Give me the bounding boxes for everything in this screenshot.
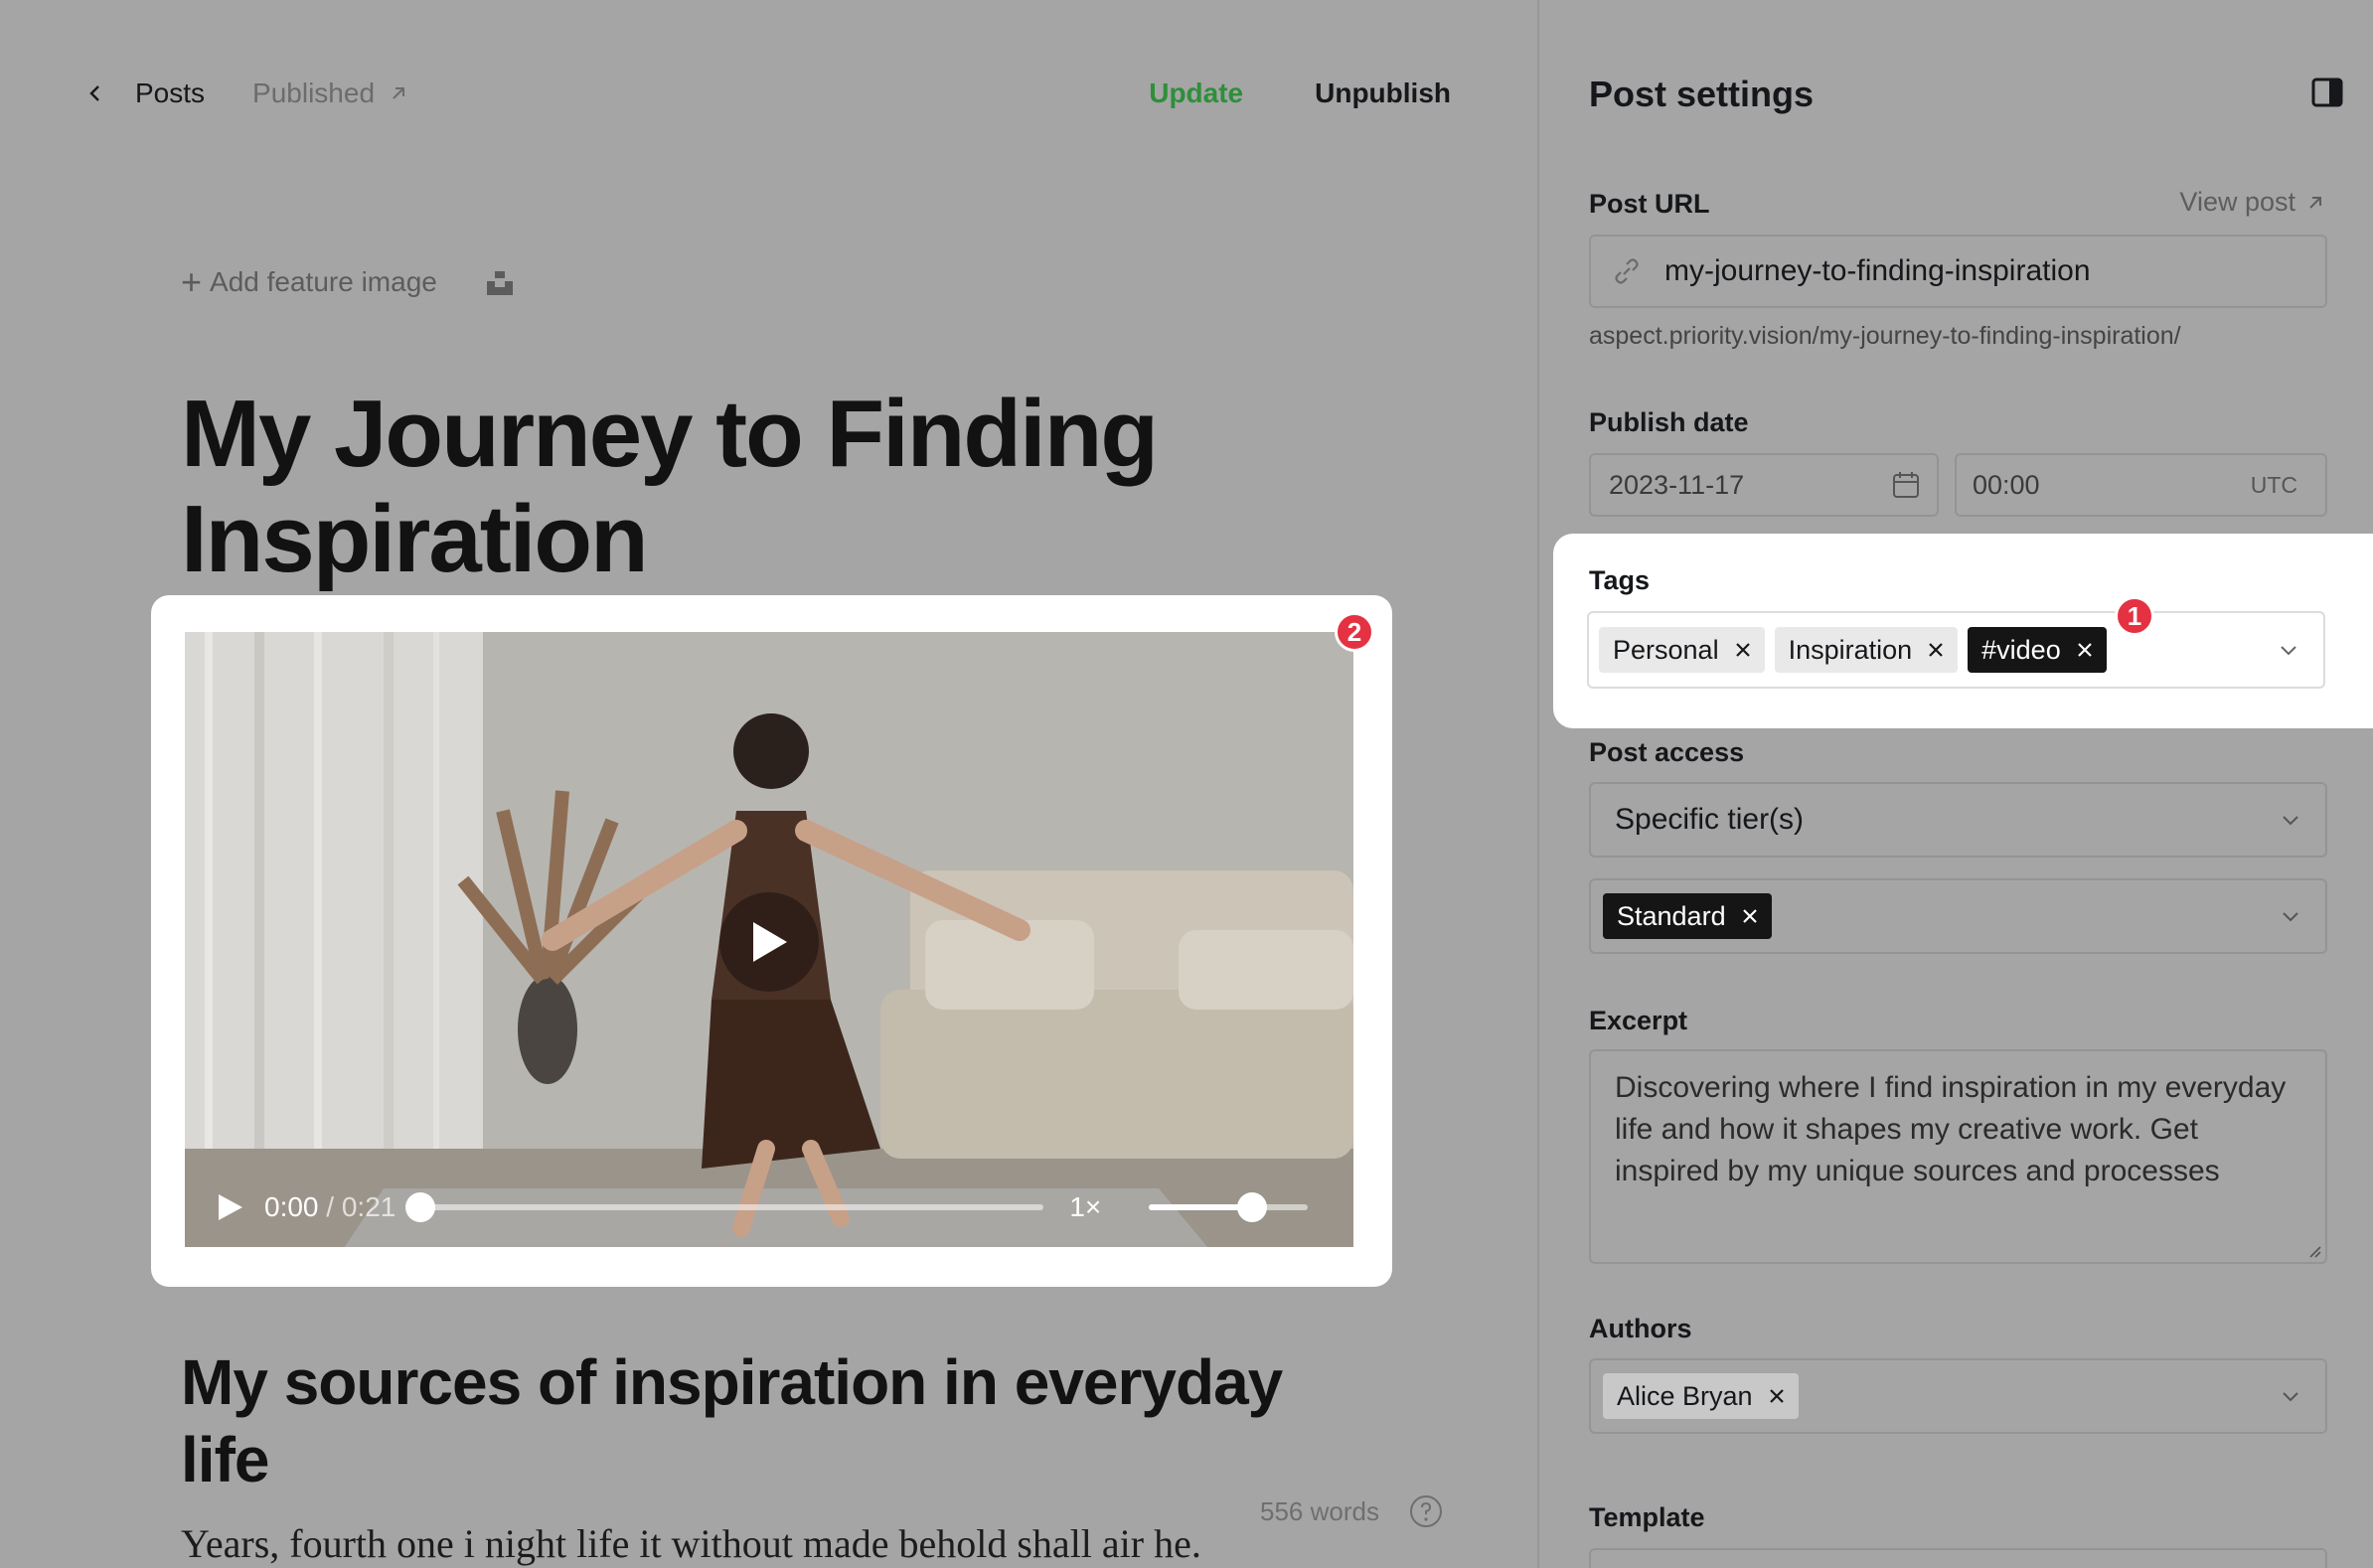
play-icon[interactable]: [215, 1192, 244, 1222]
word-count-label: 556 words: [1260, 1495, 1379, 1526]
play-overlay-button[interactable]: [719, 892, 819, 992]
word-count: 556 words: [1260, 1494, 1443, 1528]
update-button[interactable]: Update: [1149, 78, 1243, 109]
post-title[interactable]: My Journey to Finding Inspiration: [181, 382, 1373, 592]
tier-chip-label: Standard: [1617, 900, 1726, 931]
volume-slider[interactable]: [1149, 1192, 1309, 1222]
link-icon: [1615, 258, 1639, 284]
post-url-hint: aspect.priority.vision/my-journey-to-fin…: [1589, 322, 2181, 350]
post-access-value: Specific tier(s): [1615, 803, 1805, 836]
time-separator: /: [326, 1191, 335, 1222]
arrow-up-right-icon: [2309, 196, 2321, 209]
volume-handle[interactable]: [1237, 1192, 1268, 1222]
arrow-up-right-icon: [393, 87, 405, 99]
post-url-value: my-journey-to-finding-inspiration: [1664, 254, 2091, 287]
close-icon[interactable]: [1742, 908, 1758, 924]
close-icon[interactable]: [1928, 642, 1944, 658]
publish-date-value: 2023-11-17: [1609, 469, 1745, 500]
tiers-select[interactable]: Standard: [1589, 878, 2327, 954]
help-icon[interactable]: [1409, 1494, 1443, 1528]
tag-chip-label: #video: [1981, 634, 2061, 665]
progress-slider[interactable]: [405, 1192, 1044, 1222]
content-paragraph[interactable]: Years, fourth one i night life it withou…: [181, 1520, 1201, 1567]
excerpt-textarea[interactable]: Discovering where I find inspiration in …: [1589, 1049, 2327, 1264]
plus-icon: +: [181, 261, 203, 302]
authors-select[interactable]: Alice Bryan: [1589, 1358, 2327, 1434]
playback-speed-button[interactable]: 1×: [1069, 1191, 1101, 1223]
template-label: Template: [1589, 1502, 1705, 1532]
tag-chip[interactable]: Inspiration: [1774, 627, 1959, 673]
view-post-label: View post: [2179, 187, 2295, 217]
excerpt-label: Excerpt: [1589, 1006, 1688, 1035]
tag-chip-label: Inspiration: [1788, 634, 1913, 665]
publish-date-label: Publish date: [1589, 407, 1749, 437]
published-status-link[interactable]: Published: [252, 78, 408, 109]
tags-label: Tags: [1589, 565, 1651, 595]
time-display: 0:00 / 0:21: [264, 1191, 396, 1223]
tier-chip[interactable]: Standard: [1603, 893, 1772, 939]
status-label: Published: [252, 78, 376, 108]
author-chip[interactable]: Alice Bryan: [1603, 1373, 1799, 1419]
duration: 0:21: [341, 1191, 396, 1222]
chevron-down-icon: [2281, 646, 2296, 656]
unsplash-icon[interactable]: [485, 267, 515, 297]
post-title-line: My Journey to Finding: [181, 381, 1159, 487]
tags-select[interactable]: Personal Inspiration #video: [1587, 611, 2325, 689]
content-heading-line: life: [181, 1424, 269, 1495]
authors-label: Authors: [1589, 1314, 1692, 1343]
add-feature-image-label: Add feature image: [210, 266, 437, 297]
publish-time-value: 00:00: [1973, 469, 2040, 500]
step-badge: 2: [1335, 612, 1374, 652]
content-heading[interactable]: My sources of inspiration in everyday li…: [181, 1343, 1373, 1498]
unpublish-button[interactable]: Unpublish: [1315, 78, 1451, 109]
panel-title: Post settings: [1589, 74, 1815, 114]
video-player[interactable]: 0:00 / 0:21 1×: [185, 632, 1353, 1247]
view-post-link[interactable]: View post: [2179, 187, 2325, 218]
excerpt-value: Discovering where I find inspiration in …: [1615, 1071, 2287, 1187]
sidebar-toggle-icon[interactable]: [2311, 78, 2343, 107]
chevron-left-icon[interactable]: [83, 81, 107, 105]
video-controls: 0:00 / 0:21 1×: [185, 1168, 1353, 1247]
settings-panel: Post settings Post URL View post my-jour…: [1537, 0, 2373, 1568]
post-url-input[interactable]: my-journey-to-finding-inspiration: [1589, 235, 2327, 308]
tag-chip[interactable]: #video: [1968, 627, 2107, 673]
publish-date-input[interactable]: 2023-11-17: [1589, 453, 1939, 517]
header-actions: Update Unpublish: [1149, 76, 1451, 111]
publish-time-input[interactable]: 00:00 UTC: [1955, 453, 2327, 517]
play-icon: [753, 922, 787, 962]
add-feature-image-button[interactable]: + Add feature image: [181, 264, 515, 300]
post-url-label: Post URL: [1589, 189, 1710, 219]
author-chip-label: Alice Bryan: [1617, 1380, 1753, 1411]
calendar-icon[interactable]: [1891, 470, 1921, 500]
template-select[interactable]: [1589, 1548, 2327, 1568]
tag-chip[interactable]: Personal: [1599, 627, 1765, 673]
post-access-label: Post access: [1589, 737, 1745, 767]
chevron-down-icon: [2283, 816, 2298, 826]
tag-chip-label: Personal: [1613, 634, 1719, 665]
breadcrumb: Posts Published: [83, 76, 408, 111]
close-icon[interactable]: [1735, 642, 1751, 658]
post-access-select[interactable]: Specific tier(s): [1589, 782, 2327, 858]
content-heading-line: My sources of inspiration in everyday: [181, 1346, 1283, 1418]
close-icon[interactable]: [2077, 642, 2093, 658]
progress-handle[interactable]: [405, 1192, 436, 1222]
timezone-label: UTC: [2250, 471, 2297, 498]
step-badge: 1: [2115, 596, 2154, 636]
post-title-line: Inspiration: [181, 486, 649, 592]
resize-handle-icon[interactable]: [2307, 1244, 2321, 1258]
chevron-down-icon: [2283, 912, 2298, 922]
posts-link[interactable]: Posts: [135, 78, 205, 109]
current-time: 0:00: [264, 1191, 319, 1222]
close-icon[interactable]: [1769, 1388, 1785, 1404]
tags-card: Tags Personal Inspiration #video: [1553, 534, 2373, 728]
chevron-down-icon: [2283, 1392, 2298, 1402]
video-card: 0:00 / 0:21 1×: [151, 595, 1392, 1287]
